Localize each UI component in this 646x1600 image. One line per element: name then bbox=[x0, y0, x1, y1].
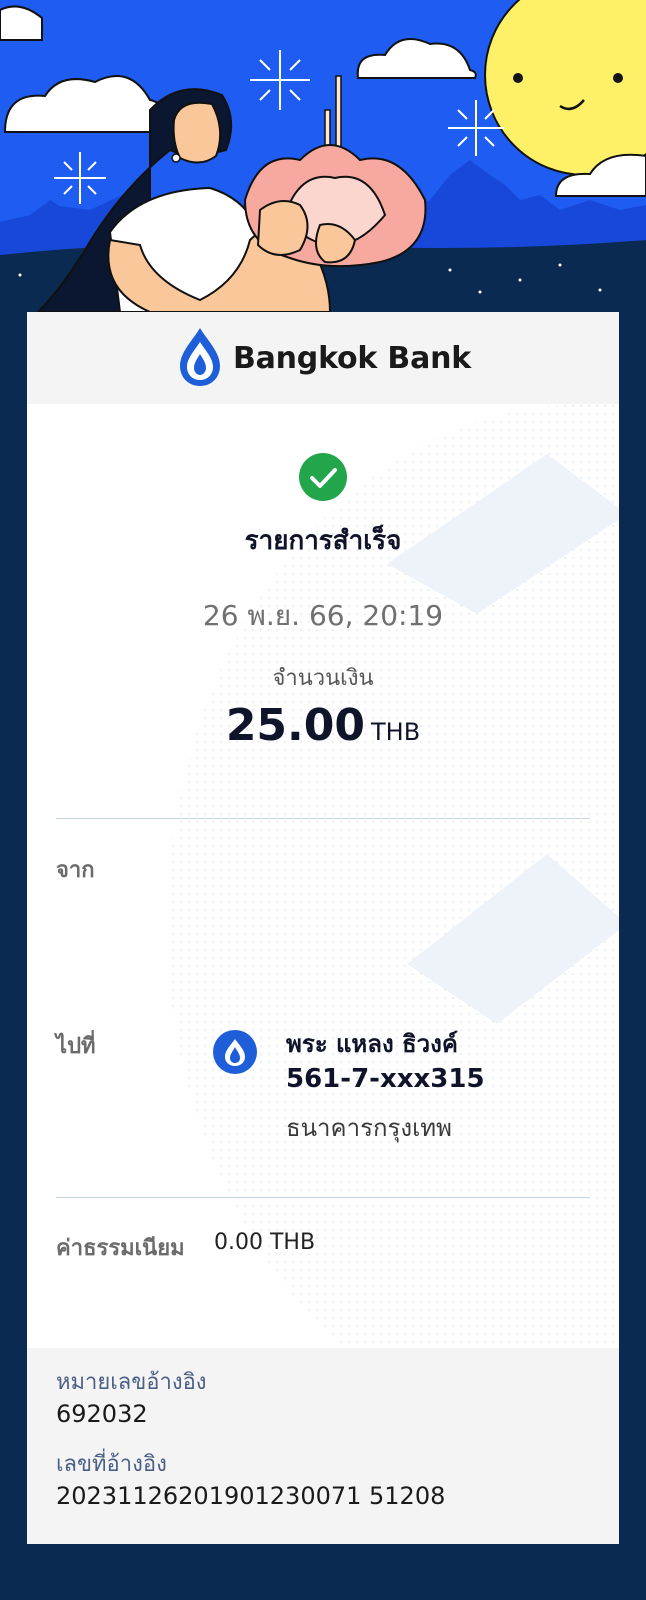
amount-value: 25.00 bbox=[225, 700, 365, 751]
recipient-account: 561-7-xxx315 bbox=[286, 1064, 485, 1094]
reference-number-label: หมายเลขอ้างอิง bbox=[56, 1370, 207, 1395]
transaction-datetime: 26 พ.ย. 66, 20:19 bbox=[202, 599, 444, 632]
reference-number-value: 692032 bbox=[56, 1400, 148, 1428]
amount-label: จำนวนเงิน bbox=[272, 666, 374, 691]
divider bbox=[56, 1197, 590, 1198]
transfer-slip-card: Bangkok Bank รายการสำเร็จ 26 พ.ย. 66, 20… bbox=[27, 312, 619, 1544]
recipient-name: พระ แหลง ธิวงค์ bbox=[286, 1030, 458, 1058]
recipient-bank-icon bbox=[213, 1030, 257, 1074]
fee-label: ค่าธรรมเนียม bbox=[56, 1236, 185, 1261]
bangkok-bank-logo-icon bbox=[179, 328, 220, 386]
transaction-ref-value: 20231126201901230071 51208 bbox=[56, 1482, 446, 1510]
recipient-bank: ธนาคารกรุงเทพ bbox=[286, 1114, 452, 1142]
fee-value: 0.00 THB bbox=[214, 1230, 316, 1255]
status-title: รายการสำเร็จ bbox=[244, 526, 402, 556]
from-label: จาก bbox=[56, 858, 95, 883]
loy-krathong-illustration bbox=[0, 0, 646, 312]
to-label: ไปที่ bbox=[56, 1034, 96, 1059]
divider bbox=[56, 818, 590, 819]
reference-section: หมายเลขอ้างอิง 692032 เลขที่อ้างอิง 2023… bbox=[27, 1348, 619, 1544]
amount-currency: THB bbox=[371, 718, 421, 746]
success-check-icon bbox=[299, 453, 347, 501]
transaction-ref-label: เลขที่อ้างอิง bbox=[56, 1452, 167, 1477]
festival-banner bbox=[0, 0, 646, 312]
bank-name: Bangkok Bank bbox=[232, 340, 472, 376]
amount-row: 25.00 THB bbox=[27, 700, 619, 751]
slip-header: Bangkok Bank bbox=[27, 312, 619, 404]
